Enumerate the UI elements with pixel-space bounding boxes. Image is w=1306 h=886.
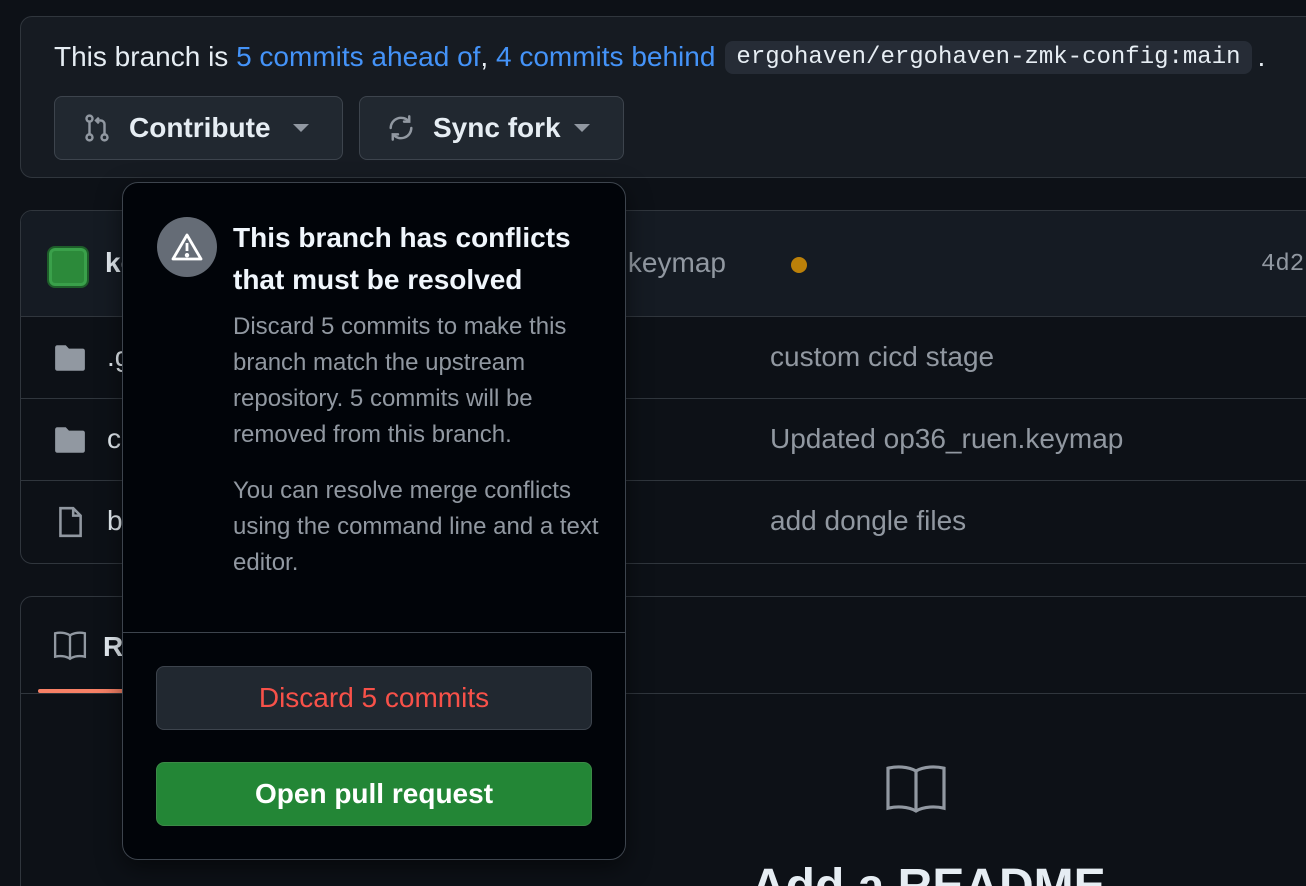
avatar[interactable]: [47, 246, 89, 288]
sync-fork-button[interactable]: Sync fork: [359, 96, 624, 160]
popover-description: Discard 5 commits to make this branch ma…: [233, 313, 567, 448]
git-pull-request-icon: [82, 113, 112, 143]
chevron-down-icon: [574, 124, 590, 132]
branch-status-text: This branch is 5 commits ahead of, 4 com…: [54, 38, 1265, 76]
popover-hint: You can resolve merge conflicts using th…: [233, 477, 599, 576]
file-commit-message[interactable]: custom cicd stage: [770, 341, 994, 373]
sync-icon: [386, 113, 416, 143]
contribute-label: Contribute: [129, 112, 271, 143]
branch-status-period: .: [1257, 41, 1266, 72]
file-commit-message[interactable]: Updated op36_ruen.keymap: [770, 423, 1123, 455]
file-icon: [53, 505, 87, 539]
popover-title: This branch has conflicts that must be r…: [233, 222, 571, 295]
alert-icon: [157, 217, 217, 277]
commit-sha[interactable]: 4d2: [1261, 251, 1304, 278]
sync-fork-label: Sync fork: [433, 112, 561, 143]
chevron-down-icon: [293, 124, 309, 132]
ci-status-dot[interactable]: [791, 257, 807, 273]
divider: [123, 632, 625, 633]
discard-commits-button[interactable]: Discard 5 commits: [156, 666, 592, 730]
contribute-button[interactable]: Contribute: [54, 96, 343, 160]
folder-icon: [53, 341, 87, 375]
branch-status-prefix: This branch is: [54, 41, 229, 72]
upstream-branch-chip: ergohaven/ergohaven-zmk-config:main: [725, 40, 1252, 74]
file-name[interactable]: b: [107, 505, 123, 537]
file-name[interactable]: c: [107, 423, 121, 455]
open-pull-request-button[interactable]: Open pull request: [156, 762, 592, 826]
folder-icon: [53, 423, 87, 457]
add-readme-heading: Add a README: [751, 859, 1106, 886]
book-icon: [883, 763, 949, 815]
commits-behind-link[interactable]: 4 commits behind: [496, 41, 715, 73]
commits-ahead-link[interactable]: 5 commits ahead of: [236, 41, 480, 73]
book-icon: [53, 629, 87, 661]
tab-readme[interactable]: R: [103, 631, 123, 663]
sync-fork-popover: This branch has conflicts that must be r…: [122, 182, 626, 860]
file-commit-message[interactable]: add dongle files: [770, 505, 966, 537]
branch-status-comma: ,: [480, 41, 489, 72]
